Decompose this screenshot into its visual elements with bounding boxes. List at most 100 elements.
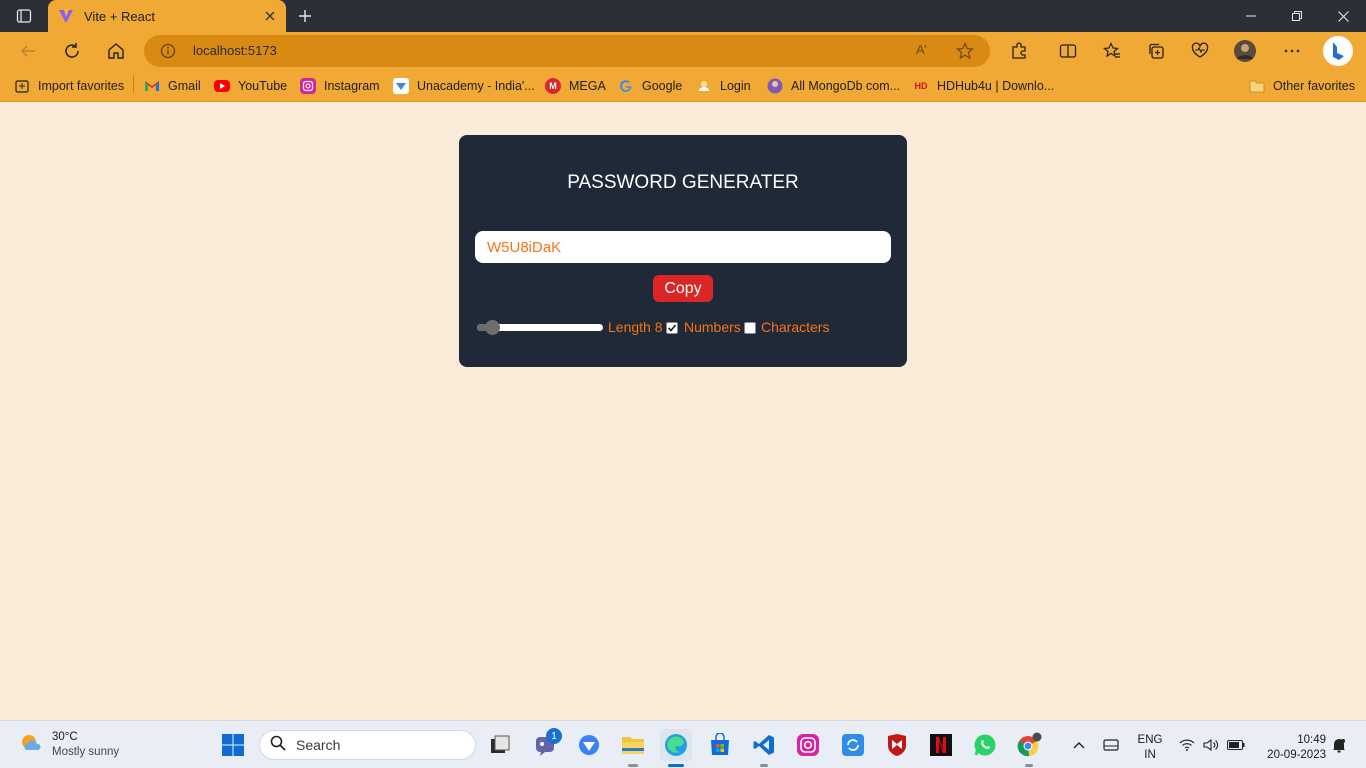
import-icon <box>14 78 30 94</box>
back-arrow-icon[interactable] <box>16 39 40 63</box>
numbers-label: Numbers <box>684 319 741 335</box>
battery-icon[interactable] <box>1224 729 1248 761</box>
restore-button[interactable] <box>1274 0 1320 32</box>
time-text: 10:49 <box>1297 734 1326 746</box>
windows-taskbar: 30°C Mostly sunny Search 1 ENG IN 10:49 … <box>0 720 1366 768</box>
login-icon <box>696 78 712 94</box>
split-screen-icon[interactable] <box>1056 39 1080 63</box>
clock[interactable]: 10:49 20-09-2023 <box>1258 733 1326 763</box>
new-tab-button[interactable] <box>294 5 316 27</box>
whatsapp-icon[interactable] <box>969 729 1001 761</box>
minimize-button[interactable] <box>1228 0 1274 32</box>
tab-title: Vite + React <box>84 8 155 24</box>
bookmark-label: All MongoDb com... <box>791 79 901 93</box>
vscode-running-indicator <box>760 764 768 767</box>
task-view-icon[interactable] <box>484 729 516 761</box>
extensions-icon[interactable] <box>1007 39 1031 63</box>
length-slider-thumb[interactable] <box>484 320 500 335</box>
generator-title: PASSWORD GENERATER <box>567 172 799 193</box>
bookmarks-divider <box>133 75 134 93</box>
close-window-button[interactable] <box>1320 0 1366 32</box>
characters-label: Characters <box>761 319 830 335</box>
copy-button[interactable]: Copy <box>653 275 713 302</box>
weather-condition-text: Mostly sunny <box>52 746 120 758</box>
sync-app-icon[interactable] <box>837 729 869 761</box>
bookmarks-bar: Import favorites Gmail YouTube Instagram… <box>0 70 1366 102</box>
bookmark-google[interactable]: Google <box>618 76 682 96</box>
bookmark-import-favorites[interactable]: Import favorites <box>14 76 124 96</box>
bookmark-label: Import favorites <box>38 79 125 93</box>
unacademy-icon <box>393 78 409 94</box>
tab-actions-menu-icon[interactable] <box>10 6 38 26</box>
volume-icon[interactable] <box>1200 729 1222 761</box>
vscode-icon[interactable] <box>748 729 780 761</box>
google-icon <box>618 78 634 94</box>
password-generator-card: PASSWORD GENERATER Copy Length 8 Numbers… <box>459 135 907 367</box>
show-hidden-icons-chevron-icon[interactable] <box>1066 729 1092 761</box>
notification-bell-icon[interactable] <box>1328 729 1350 761</box>
length-label: Length 8 <box>608 319 663 335</box>
bookmark-mega[interactable]: M MEGA <box>545 76 606 96</box>
netflix-icon[interactable] <box>925 729 957 761</box>
weather-widget[interactable]: 30°C Mostly sunny <box>18 729 119 761</box>
taskbar-search-box[interactable]: Search <box>259 730 476 760</box>
length-slider[interactable] <box>475 320 603 335</box>
bookmark-label: YouTube <box>238 79 288 93</box>
refresh-icon[interactable] <box>60 39 84 63</box>
bookmark-login[interactable]: Login <box>696 76 751 96</box>
bookmark-label: Gmail <box>168 79 201 93</box>
site-info-icon[interactable] <box>160 43 176 59</box>
generator-controls: Length 8 Numbers Characters <box>475 317 895 337</box>
chrome-running-indicator <box>1025 764 1033 767</box>
bing-copilot-icon[interactable] <box>1322 35 1354 67</box>
chrome-icon[interactable] <box>1013 729 1045 761</box>
address-bar[interactable]: localhost:5173 A’ <box>144 35 990 67</box>
region-text: IN <box>1144 749 1156 761</box>
instagram-app-icon[interactable] <box>792 729 824 761</box>
numbers-checkbox[interactable] <box>666 322 678 334</box>
instagram-icon <box>300 78 316 94</box>
bookmark-label: Unacademy - India'... <box>417 79 535 93</box>
home-icon[interactable] <box>104 39 128 63</box>
start-button[interactable] <box>217 729 249 761</box>
unacademy-app-icon[interactable] <box>573 729 605 761</box>
wifi-icon[interactable] <box>1176 729 1198 761</box>
favorites-icon[interactable] <box>1100 39 1124 63</box>
bookmark-label: Instagram <box>324 79 380 93</box>
keyboard-touch-icon[interactable] <box>1098 729 1124 761</box>
bookmark-youtube[interactable]: YouTube <box>214 76 287 96</box>
mcafee-icon[interactable] <box>881 729 913 761</box>
profile-avatar[interactable] <box>1233 39 1257 63</box>
performance-icon[interactable] <box>1188 39 1212 63</box>
password-output-field[interactable] <box>475 231 891 263</box>
mongodb-icon <box>767 78 783 94</box>
teams-notification-badge: 1 <box>546 728 562 744</box>
bookmark-instagram[interactable]: Instagram <box>300 76 380 96</box>
explorer-running-indicator <box>628 764 638 767</box>
page-content: PASSWORD GENERATER Copy Length 8 Numbers… <box>0 103 1366 720</box>
other-favorites-label: Other favorites <box>1273 79 1355 93</box>
more-options-icon[interactable] <box>1280 39 1304 63</box>
partly-sunny-icon <box>18 730 44 761</box>
characters-checkbox[interactable] <box>744 322 756 334</box>
bookmark-mongodb[interactable]: All MongoDb com... <box>767 76 900 96</box>
collections-icon[interactable] <box>1144 39 1168 63</box>
gmail-icon <box>144 78 160 94</box>
edge-active-indicator <box>668 764 684 767</box>
read-aloud-icon[interactable]: A’ <box>916 42 934 60</box>
other-favorites-folder[interactable]: Other favorites <box>1249 76 1355 96</box>
bookmark-label: HDHub4u | Downlo... <box>937 79 1055 93</box>
browser-tab-active[interactable]: Vite + React <box>48 0 286 32</box>
bookmark-label: Login <box>720 79 751 93</box>
file-explorer-icon[interactable] <box>617 729 649 761</box>
microsoft-store-icon[interactable] <box>704 729 736 761</box>
favorite-star-icon[interactable] <box>956 42 974 60</box>
bookmark-label: Google <box>642 79 683 93</box>
edge-browser-icon[interactable] <box>660 729 692 761</box>
bookmark-unacademy[interactable]: Unacademy - India'... <box>393 76 535 96</box>
youtube-icon <box>214 80 230 92</box>
language-indicator[interactable]: ENG IN <box>1136 733 1164 763</box>
bookmark-gmail[interactable]: Gmail <box>144 76 201 96</box>
bookmark-hdhub[interactable]: HD HDHub4u | Downlo... <box>913 76 1055 96</box>
tab-close-icon[interactable] <box>262 8 278 24</box>
